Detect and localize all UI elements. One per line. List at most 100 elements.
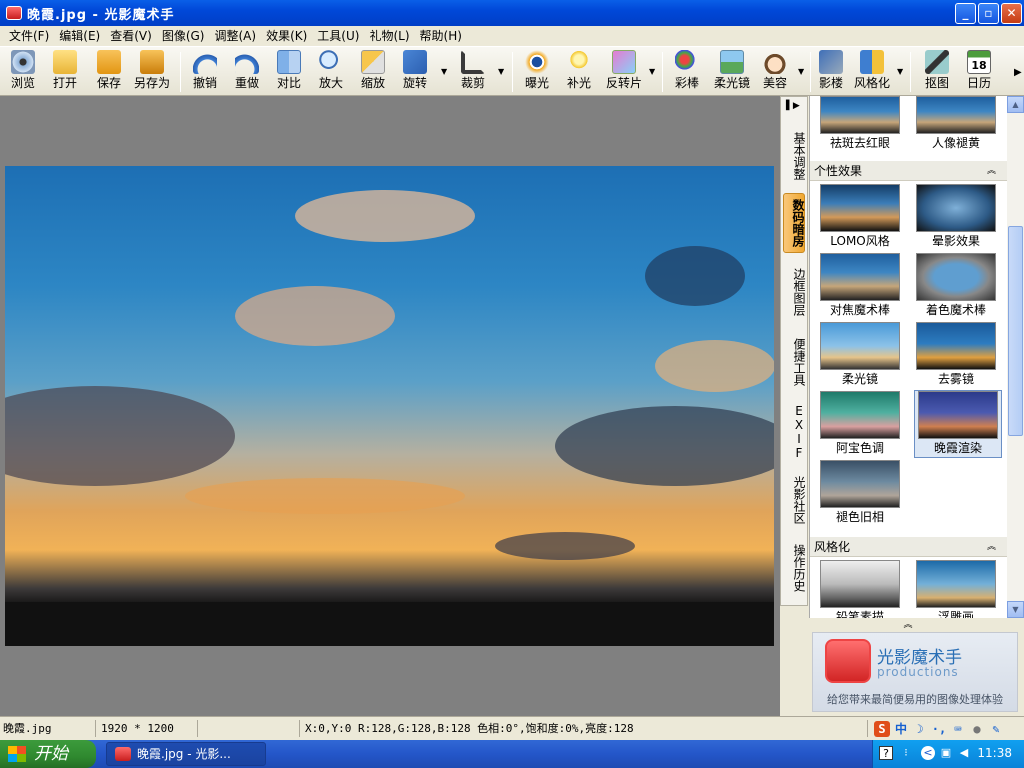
- folder-icon: [53, 50, 77, 74]
- crop-button[interactable]: 裁剪: [456, 50, 490, 94]
- sogou-icon[interactable]: S: [874, 720, 890, 737]
- compare-button[interactable]: 对比: [272, 50, 306, 94]
- tab-community[interactable]: 光影社区: [783, 471, 806, 529]
- fill-light-button[interactable]: 补光: [562, 50, 596, 94]
- effect-thumbnail: [820, 391, 900, 439]
- chevron-up-icon[interactable]: ︽: [987, 537, 996, 557]
- wifi-icon[interactable]: ⁝: [899, 746, 913, 760]
- tab-basic-adjust[interactable]: 基本调整: [783, 127, 806, 185]
- beauty-button[interactable]: 美容: [758, 50, 792, 94]
- browse-button[interactable]: 浏览: [6, 50, 40, 94]
- tab-quick-tools[interactable]: 便捷工具: [783, 333, 806, 391]
- menu-image[interactable]: 图像(G): [157, 26, 210, 46]
- effect-soft-lens[interactable]: 柔光镜: [816, 322, 904, 387]
- resize-button[interactable]: 缩放: [356, 50, 390, 94]
- collapse-panel-icon[interactable]: ▌▶: [786, 101, 800, 111]
- crop-dropdown-icon[interactable]: ▼: [498, 67, 504, 76]
- face-icon: [763, 50, 787, 74]
- reversal-dropdown-icon[interactable]: ▼: [649, 67, 655, 76]
- app-icon[interactable]: [6, 6, 22, 20]
- menu-help[interactable]: 帮助(H): [415, 26, 467, 46]
- tray-expand-icon[interactable]: <: [921, 746, 935, 760]
- punctuation-icon[interactable]: ·,: [931, 721, 947, 737]
- close-button[interactable]: ✕: [1001, 3, 1022, 24]
- taskbar-app-button[interactable]: 晚霞.jpg - 光影...: [106, 742, 266, 766]
- help-icon[interactable]: ?: [879, 746, 893, 760]
- scroll-thumb[interactable]: [1008, 226, 1023, 436]
- side-tab-strip: ▌▶ 基本调整 数码暗房 边框图层 便捷工具 EXIF 光影社区 操作历史: [780, 96, 808, 606]
- menu-file[interactable]: 文件(F): [4, 26, 54, 46]
- effect-thumbnail: [820, 184, 900, 232]
- title-bar[interactable]: 晚霞.jpg - 光影魔术手 _ ▫ ✕: [0, 0, 1024, 26]
- chevron-up-icon[interactable]: ︽: [987, 161, 996, 181]
- menu-edit[interactable]: 编辑(E): [54, 26, 105, 46]
- section-header-stylize[interactable]: 风格化 ︽: [810, 537, 1007, 557]
- tab-exif[interactable]: EXIF: [783, 403, 806, 461]
- keyboard-icon[interactable]: ⌨: [950, 721, 966, 737]
- menu-tools[interactable]: 工具(U): [312, 26, 364, 46]
- start-button[interactable]: 开始: [0, 740, 96, 768]
- effect-abao-tone[interactable]: 阿宝色调: [816, 391, 904, 456]
- tab-border-layer[interactable]: 边框图层: [783, 263, 806, 321]
- undo-button[interactable]: 撤销: [188, 50, 222, 94]
- scroll-down-icon[interactable]: ▼: [1007, 601, 1024, 618]
- exposure-button[interactable]: 曝光: [520, 50, 554, 94]
- effect-lomo[interactable]: LOMO风格: [816, 184, 904, 249]
- cutout-button[interactable]: 抠图: [920, 50, 954, 94]
- save-as-button[interactable]: 另存为: [132, 50, 172, 94]
- panel-scrollbar[interactable]: ▲ ▼: [1007, 96, 1024, 618]
- wrench-icon[interactable]: ✎: [988, 721, 1004, 737]
- effect-portrait-whiten[interactable]: 人像褪黄: [912, 96, 1000, 151]
- scroll-up-icon[interactable]: ▲: [1007, 96, 1024, 113]
- color-pen-button[interactable]: 彩棒: [670, 50, 704, 94]
- studio-button[interactable]: 影楼: [814, 50, 848, 94]
- minimize-button[interactable]: _: [955, 3, 976, 24]
- effect-thumbnail: [916, 322, 996, 370]
- beauty-dropdown-icon[interactable]: ▼: [798, 67, 804, 76]
- sunset-photo[interactable]: [5, 166, 774, 646]
- maximize-button[interactable]: ▫: [978, 3, 999, 24]
- user-icon[interactable]: ●: [969, 721, 985, 737]
- effect-vignette[interactable]: 晕影效果: [912, 184, 1000, 249]
- volume-icon[interactable]: ◀: [957, 746, 971, 760]
- calendar-icon: 18: [967, 50, 991, 74]
- tab-digital-darkroom[interactable]: 数码暗房: [783, 193, 805, 253]
- menu-effects[interactable]: 效果(K): [261, 26, 312, 46]
- calendar-button[interactable]: 18 日历: [962, 50, 996, 94]
- moon-icon[interactable]: ☽: [912, 721, 928, 737]
- toolbar-more-icon[interactable]: ▶: [1014, 67, 1022, 78]
- effect-pencil-sketch[interactable]: 铅笔素描: [816, 560, 904, 618]
- panel-expand-toggle[interactable]: ︽: [809, 618, 1024, 632]
- effect-dehaze[interactable]: 去雾镜: [912, 322, 1000, 387]
- section-header-personal-effects[interactable]: 个性效果 ︽: [810, 161, 1007, 181]
- effect-faded-photo[interactable]: 褪色旧相: [816, 460, 904, 525]
- menu-gifts[interactable]: 礼物(L): [364, 26, 414, 46]
- effect-sunset-render[interactable]: 晚霞渲染: [914, 390, 1002, 458]
- color-pen-icon: [675, 50, 699, 74]
- chevron-up-icon[interactable]: ︽: [903, 620, 912, 630]
- stylize-button[interactable]: 风格化: [852, 50, 892, 94]
- effect-remove-spots[interactable]: 祛斑去红眼: [816, 96, 904, 151]
- effect-thumbnail: [916, 96, 996, 134]
- open-button[interactable]: 打开: [48, 50, 82, 94]
- effect-emboss[interactable]: 浮雕画: [912, 560, 1000, 618]
- chinese-mode-icon[interactable]: 中: [893, 721, 909, 737]
- menu-adjust[interactable]: 调整(A): [209, 26, 261, 46]
- clock[interactable]: 11:38: [977, 746, 1012, 760]
- stylize-dropdown-icon[interactable]: ▼: [897, 67, 903, 76]
- ad-banner[interactable]: 光影魔术手 productions 给您带来最简便易用的图像处理体验: [812, 632, 1018, 712]
- taskbar: 开始 晚霞.jpg - 光影... ? ⁝ < ▣ ◀ 11:38: [0, 740, 1024, 768]
- network-icon[interactable]: ▣: [939, 746, 953, 760]
- redo-button[interactable]: 重做: [230, 50, 264, 94]
- reversal-film-button[interactable]: 反转片: [602, 50, 646, 94]
- rotate-button[interactable]: 旋转: [398, 50, 432, 94]
- rotate-dropdown-icon[interactable]: ▼: [441, 67, 447, 76]
- effect-color-wand[interactable]: 着色魔术棒: [912, 253, 1000, 318]
- menu-view[interactable]: 查看(V): [105, 26, 157, 46]
- soft-lens-button[interactable]: 柔光镜: [710, 50, 754, 94]
- effect-focus-wand[interactable]: 对焦魔术棒: [816, 253, 904, 318]
- zoom-in-button[interactable]: 放大: [314, 50, 348, 94]
- toolbar: 浏览 打开 保存 另存为 撤销 重做 对比 放大 缩放 旋转 ▼ 裁剪 ▼ 曝光…: [0, 46, 1024, 96]
- save-button[interactable]: 保存: [92, 50, 126, 94]
- tab-history[interactable]: 操作历史: [783, 539, 806, 597]
